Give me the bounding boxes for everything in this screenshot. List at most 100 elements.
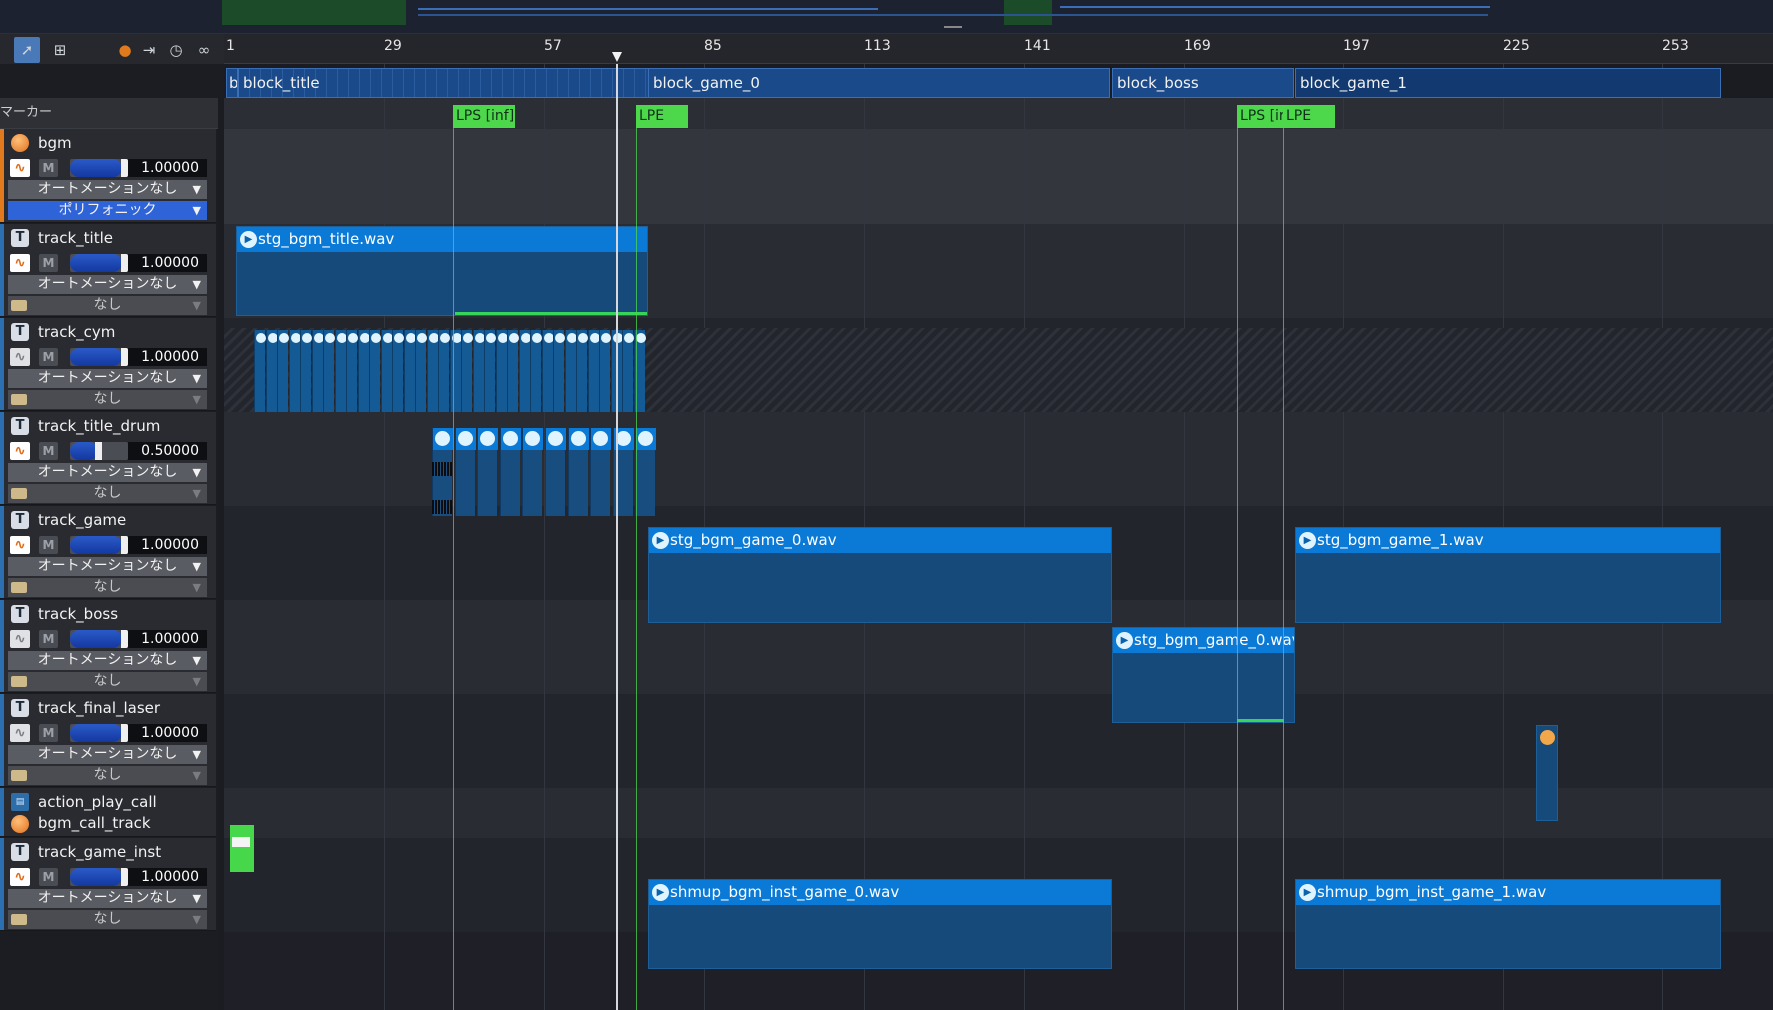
play-icon[interactable] [359, 333, 370, 343]
cym-clip[interactable] [346, 330, 358, 412]
cym-clip[interactable] [484, 330, 496, 412]
automation-dropdown[interactable]: オートメーションなし ▼ [8, 275, 207, 294]
aux-dropdown[interactable]: なし ▼ [8, 296, 207, 315]
play-icon[interactable] [601, 333, 611, 343]
cym-clip[interactable] [599, 330, 611, 412]
play-icon[interactable] [502, 431, 518, 446]
drum-clip[interactable] [635, 428, 657, 516]
clip-header[interactable] [478, 428, 499, 450]
aux-dropdown[interactable]: なし ▼ [8, 484, 207, 503]
play-icon[interactable]: ▶ [240, 231, 257, 248]
play-icon[interactable] [486, 333, 496, 343]
play-icon[interactable] [480, 431, 496, 446]
cym-clip[interactable] [415, 330, 427, 412]
cym-clip[interactable] [380, 330, 393, 412]
track-header-game-inst[interactable]: T track_game_inst ∿ M 1.00000 オートメーションなし… [0, 838, 216, 931]
aux-dropdown[interactable]: なし ▼ [8, 390, 207, 409]
aux-dropdown[interactable]: なし ▼ [8, 910, 207, 929]
cym-clip[interactable] [530, 330, 542, 412]
automation-dropdown[interactable]: オートメーションなし ▼ [8, 557, 207, 576]
cym-clip[interactable] [553, 330, 565, 412]
cym-clip[interactable] [449, 330, 462, 412]
link-icon[interactable]: ∞ [191, 37, 217, 63]
timeline-area[interactable]: b block_title block_game_0 block_boss bl… [224, 64, 1773, 1010]
volume-slider[interactable] [70, 442, 128, 460]
volume-value[interactable]: 0.50000 [128, 442, 207, 460]
track-header-action-play-call[interactable]: ▤ action_play_call bgm_call_track [0, 788, 216, 837]
play-icon[interactable] [457, 431, 473, 446]
aux-dropdown[interactable]: なし ▼ [8, 766, 207, 785]
clip-header[interactable] [523, 428, 544, 450]
playhead-line[interactable] [616, 64, 618, 1010]
record-icon[interactable]: ● [112, 37, 138, 63]
drum-clip[interactable] [567, 428, 589, 516]
clip-header[interactable]: ▶ stg_bgm_game_0.wav_ [1113, 628, 1294, 653]
cym-clip[interactable] [472, 330, 485, 412]
track-header-cym[interactable]: T track_cym ∿ M 1.00000 オートメーションなし ▼ なし ▼ [0, 318, 216, 411]
cym-clip[interactable] [587, 330, 600, 412]
play-icon[interactable]: ▶ [1299, 884, 1316, 901]
clip-inst-0[interactable]: ▶ shmup_bgm_inst_game_0.wav [648, 879, 1112, 969]
play-icon[interactable]: ▶ [652, 884, 669, 901]
volume-value[interactable]: 1.00000 [128, 868, 207, 886]
volume-value[interactable]: 1.00000 [128, 254, 207, 272]
mute-button[interactable]: M [39, 348, 58, 366]
cym-clip[interactable] [277, 330, 289, 412]
automation-icon[interactable]: ∿ [10, 868, 30, 886]
play-icon[interactable] [638, 431, 654, 446]
drum-clip[interactable] [545, 428, 566, 516]
mute-button[interactable]: M [39, 868, 58, 886]
play-icon[interactable] [382, 333, 393, 343]
play-icon[interactable]: ▶ [1299, 532, 1316, 549]
volume-slider[interactable] [70, 159, 128, 177]
automation-icon[interactable]: ∿ [10, 724, 30, 742]
clip-header[interactable] [591, 428, 612, 450]
clip-header[interactable]: ▶ stg_bgm_game_1.wav [1296, 528, 1720, 553]
loop-end-marker[interactable]: LPE [636, 105, 688, 128]
play-icon[interactable] [520, 333, 531, 343]
aux-dropdown[interactable]: なし ▼ [8, 578, 207, 597]
volume-slider[interactable] [70, 536, 128, 554]
cym-clip[interactable] [392, 330, 404, 412]
automation-icon[interactable]: ∿ [10, 254, 30, 272]
clip-title[interactable]: ▶ stg_bgm_title.wav [236, 226, 648, 316]
cym-clip[interactable] [622, 330, 634, 412]
play-icon[interactable] [371, 333, 381, 343]
cym-clip[interactable] [334, 330, 347, 412]
play-icon[interactable] [290, 333, 301, 343]
automation-dropdown[interactable]: オートメーションなし ▼ [8, 463, 207, 482]
cym-clip[interactable] [357, 330, 370, 412]
clip-header[interactable]: ▶ stg_bgm_title.wav [237, 227, 647, 252]
play-icon[interactable] [555, 333, 565, 343]
play-icon[interactable]: ▶ [652, 532, 669, 549]
clip-inst-1[interactable]: ▶ shmup_bgm_inst_game_1.wav [1295, 879, 1721, 969]
cym-clip[interactable] [288, 330, 301, 412]
clip-header[interactable] [636, 428, 657, 450]
play-icon[interactable] [635, 333, 646, 343]
cym-clip[interactable] [438, 330, 450, 412]
clip-header[interactable] [568, 428, 589, 450]
volume-slider[interactable] [70, 868, 128, 886]
clip-header[interactable]: ▶ stg_bgm_game_0.wav [649, 528, 1111, 553]
timeline-ruler[interactable]: 1 29 57 85 113 141 169 197 225 253 [224, 34, 1773, 64]
play-icon[interactable] [463, 333, 473, 343]
play-icon[interactable] [325, 333, 335, 343]
volume-value[interactable]: 1.00000 [128, 536, 207, 554]
track-header-title-drum[interactable]: T track_title_drum ∿ M 0.50000 オートメーションな… [0, 412, 216, 505]
polyphony-dropdown[interactable]: ポリフォニック ▼ [8, 201, 207, 220]
play-icon[interactable] [593, 431, 609, 446]
play-icon[interactable] [256, 333, 266, 343]
drum-clip[interactable] [477, 428, 499, 516]
mute-button[interactable]: M [39, 159, 58, 177]
play-icon[interactable] [348, 333, 358, 343]
volume-value[interactable]: 1.00000 [128, 348, 207, 366]
clip-game-1[interactable]: ▶ stg_bgm_game_1.wav [1295, 527, 1721, 623]
play-icon[interactable] [509, 333, 519, 343]
play-icon[interactable] [417, 333, 427, 343]
overview-scroll-grip[interactable] [944, 26, 962, 28]
pointer-icon[interactable]: ➚ [14, 37, 40, 63]
action-clip[interactable] [230, 825, 254, 872]
volume-value[interactable]: 1.00000 [128, 159, 207, 177]
play-icon[interactable] [615, 431, 631, 446]
drum-clip[interactable] [590, 428, 612, 516]
